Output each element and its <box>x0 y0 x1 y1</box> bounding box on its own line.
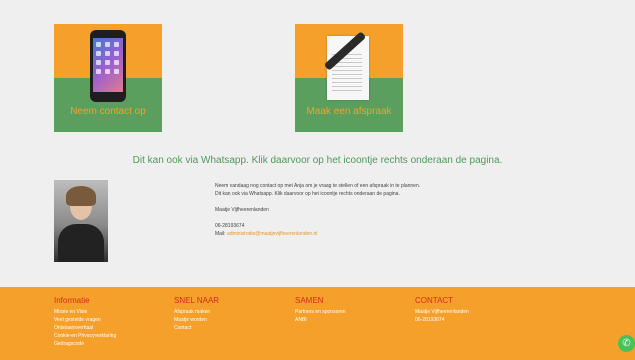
footer-col-samen: SAMEN Partners en sponsoren ANBI <box>295 296 346 324</box>
info-line-2: Dit kan ook via Whatsapp. Klik daarvoor … <box>215 191 400 197</box>
footer-link[interactable]: Ontstaansverhaal <box>54 324 116 332</box>
footer-link[interactable]: Gedragscode <box>54 340 116 348</box>
info-name: Maatje Vijfheerenlanden <box>215 207 269 213</box>
footer-link[interactable]: Maatje worden <box>174 316 219 324</box>
whatsapp-note: Dit kan ook via Whatsapp. Klik daarvoor … <box>132 155 503 166</box>
footer-col-title: SAMEN <box>295 296 324 305</box>
info-phone: 06-28193674 <box>215 223 245 229</box>
footer-col-title: CONTACT <box>415 296 454 305</box>
mail-label: Mail: <box>215 231 226 237</box>
contact-tile[interactable]: Neem contact op <box>54 24 162 132</box>
footer-link[interactable]: Missie en Visie <box>54 308 116 316</box>
mail-link[interactable]: administratie@maatjevijfheerenlanden.nl <box>227 231 317 237</box>
footer-contact-phone[interactable]: 06-28193674 <box>415 316 469 324</box>
footer-col-title: SNEL NAAR <box>174 296 220 305</box>
portrait-photo <box>54 180 108 262</box>
info-mail-row: Mail: administratie@maatjevijfheerenland… <box>215 230 420 238</box>
appointment-tile-label: Maak een afspraak <box>306 106 392 117</box>
whatsapp-icon[interactable]: ✆ <box>618 335 635 352</box>
site-footer: Informatie Missie en Visie Veel gestelde… <box>0 287 635 360</box>
footer-col-snel-naar: SNEL NAAR Afspraak maken Maatje worden C… <box>174 296 219 332</box>
contact-tile-label: Neem contact op <box>70 106 146 117</box>
footer-col-informatie: Informatie Missie en Visie Veel gestelde… <box>54 296 116 348</box>
contact-info: Neem vandaag nog contact op met Anja om … <box>215 182 420 238</box>
footer-col-title: Informatie <box>54 296 90 305</box>
appointment-tile[interactable]: Maak een afspraak <box>295 24 403 132</box>
footer-link[interactable]: ANBI <box>295 316 346 324</box>
info-line-1: Neem vandaag nog contact op met Anja om … <box>215 183 421 189</box>
smartphone-image <box>90 30 126 102</box>
footer-link[interactable]: Afspraak maken <box>174 308 219 316</box>
footer-link[interactable]: Cookie-en Privacyverklaring <box>54 332 116 340</box>
footer-link[interactable]: Veel gestelde vragen <box>54 316 116 324</box>
footer-col-contact: CONTACT Maatje Vijfheerenlanden 06-28193… <box>415 296 469 324</box>
footer-link[interactable]: Partners en sponsoren <box>295 308 346 316</box>
photo-hair <box>66 186 96 206</box>
footer-link[interactable]: Contact <box>174 324 219 332</box>
footer-contact-name: Maatje Vijfheerenlanden <box>415 309 469 315</box>
phone-screen <box>93 38 123 92</box>
photo-coat <box>58 224 104 262</box>
